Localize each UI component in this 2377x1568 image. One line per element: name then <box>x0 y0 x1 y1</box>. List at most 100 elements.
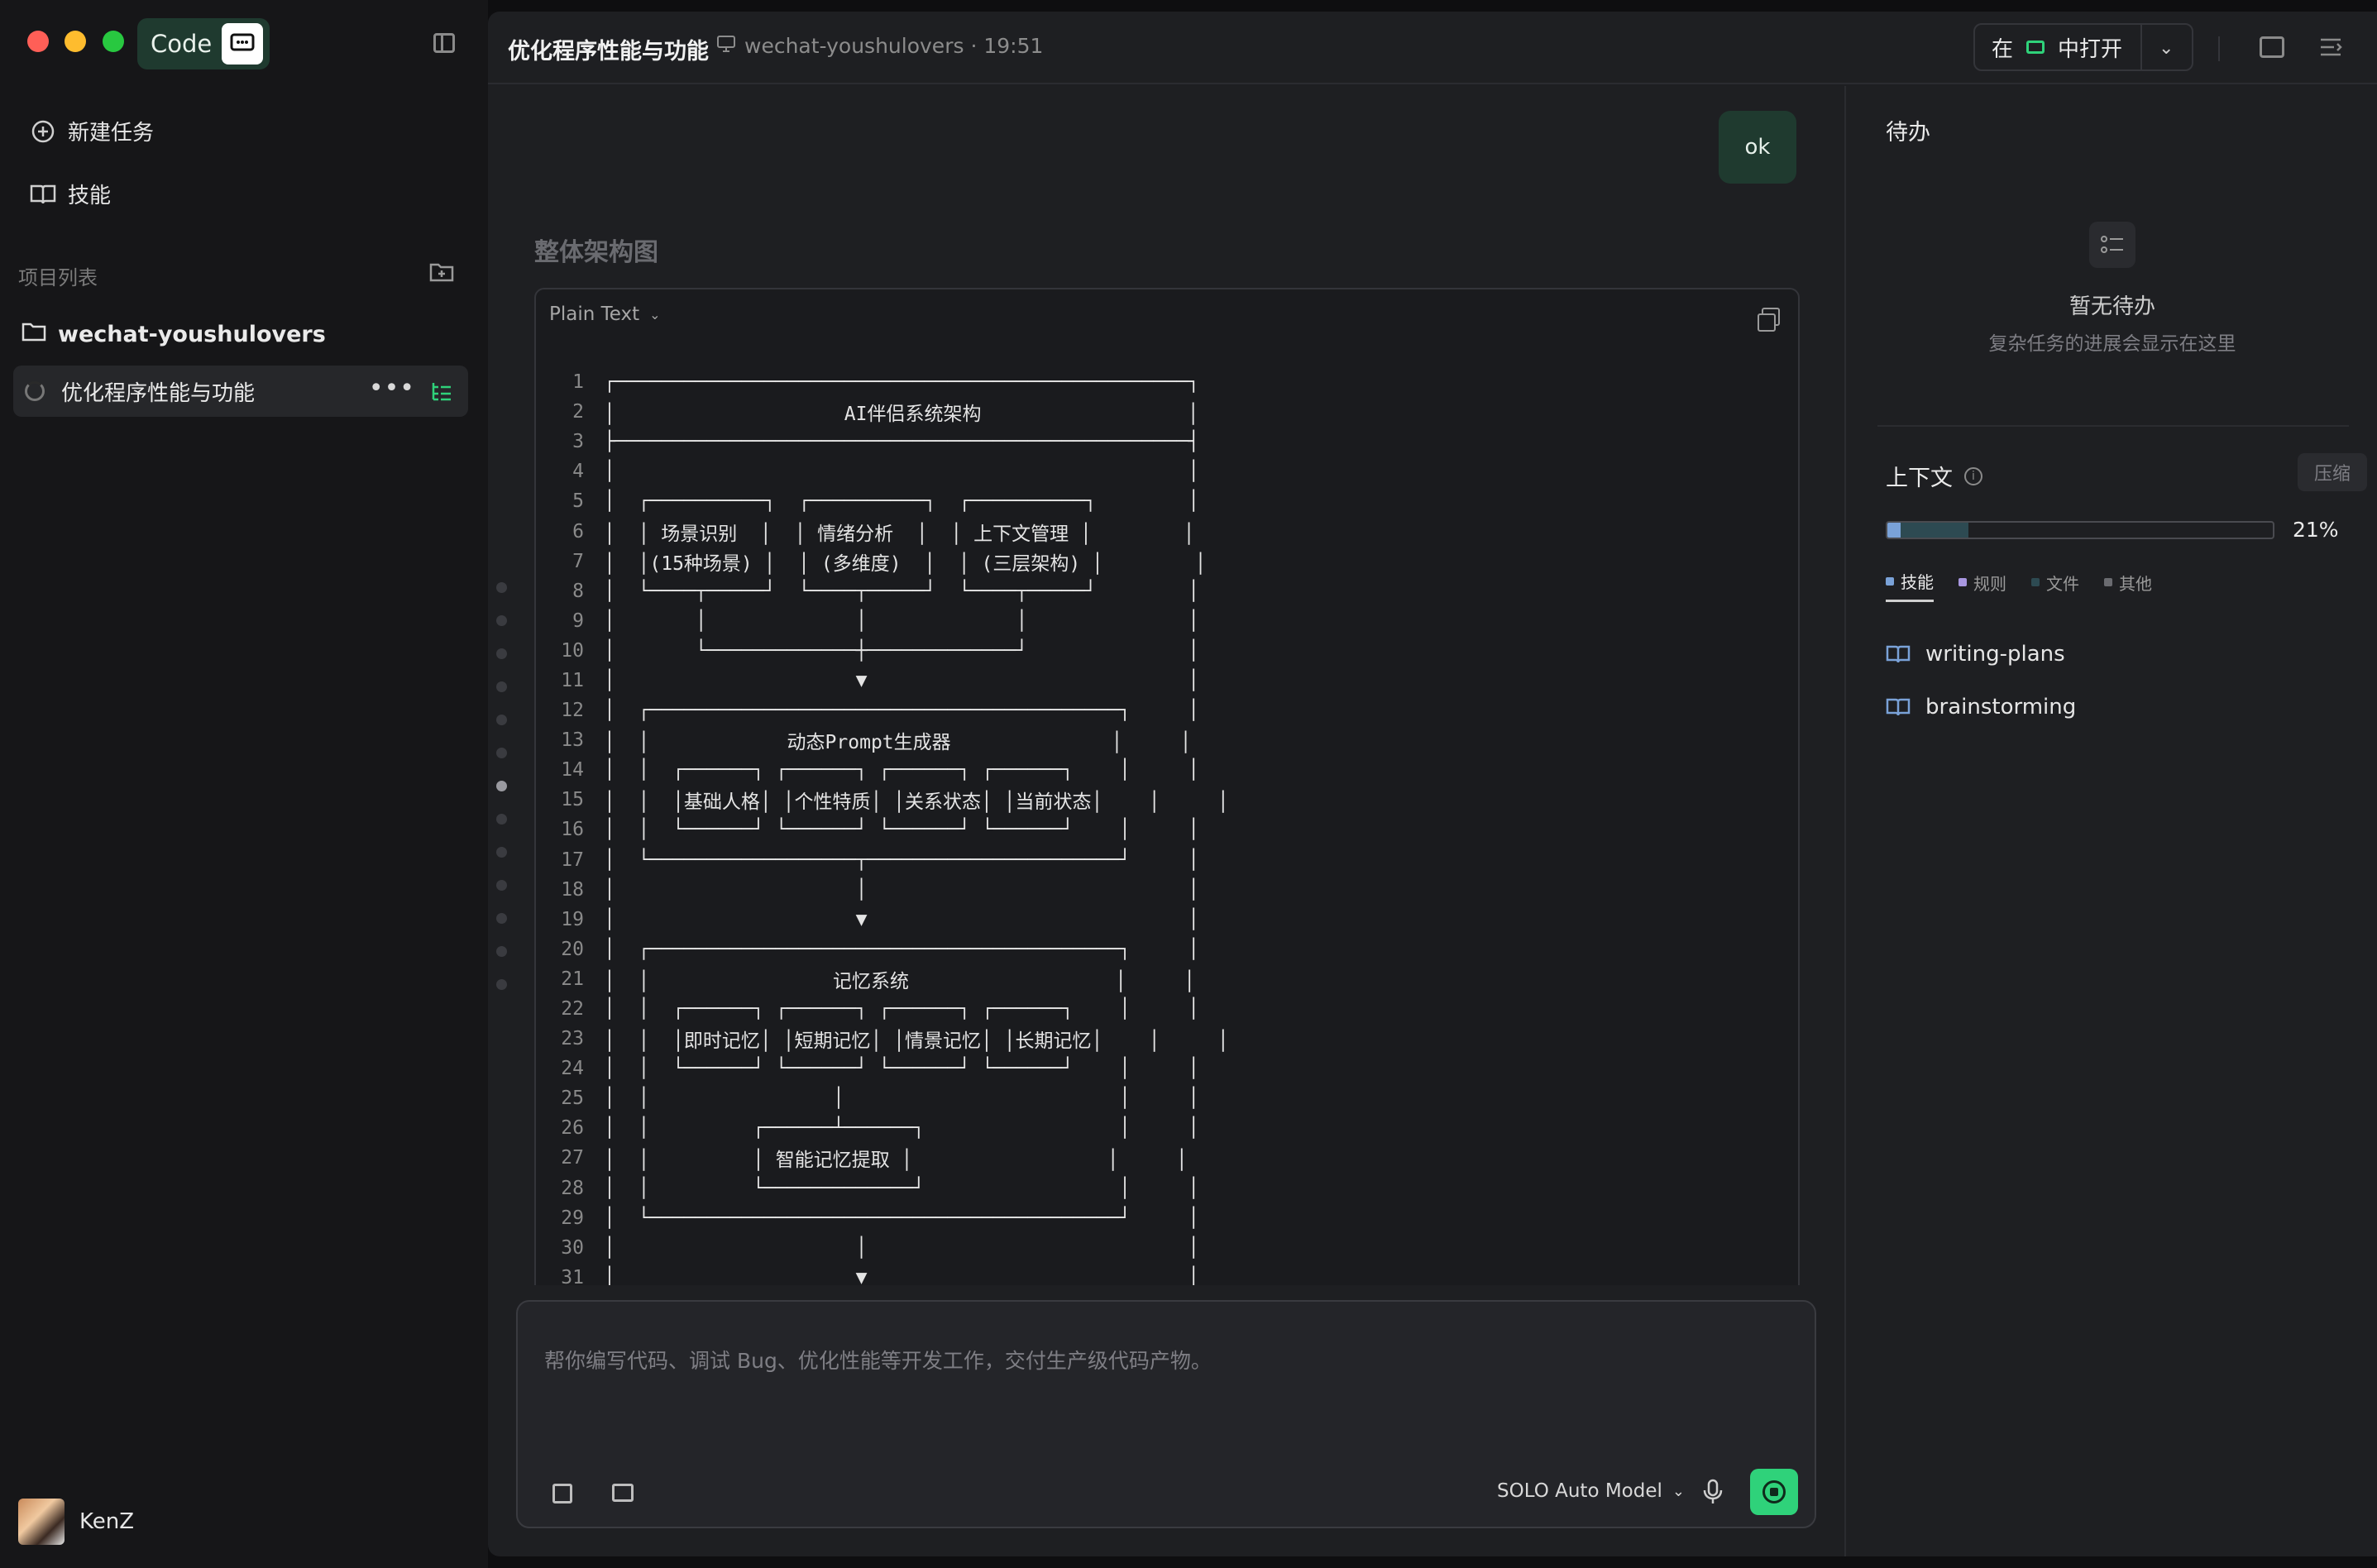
code-line: 25 │ │ │ │ │ <box>536 1083 1798 1113</box>
skill-item[interactable]: brainstorming <box>1886 695 2076 719</box>
right-panel: 待办 暂无待办 复杂任务的进展会显示在这里 上下文 i 压缩 21% 技能 规则 文… <box>1844 86 2377 1556</box>
model-selector[interactable]: SOLO Auto Model ⌄ <box>1497 1480 1685 1502</box>
line-number: 10 <box>561 639 584 662</box>
divider <box>2218 36 2220 61</box>
stop-icon <box>1762 1480 1786 1503</box>
page-title: 优化程序性能与功能 <box>508 39 709 65</box>
task-item[interactable]: 优化程序性能与功能 ••• <box>13 366 468 417</box>
context-tab[interactable]: 规则 <box>1959 569 2006 602</box>
minimize-window-button[interactable] <box>65 31 86 52</box>
nav-dot[interactable] <box>496 847 507 858</box>
code-header: Plain Text ⌄ <box>536 289 1798 339</box>
book-icon <box>1886 643 1911 665</box>
nav-dot[interactable] <box>496 946 507 957</box>
nav-dot[interactable] <box>496 681 507 692</box>
nav-dot[interactable] <box>496 913 507 924</box>
code-line: 11 │ ▼ │ <box>536 666 1798 696</box>
code-line: 15 │ │ │基础人格│ │个性特质│ │关系状态│ │当前状态│ │ │ <box>536 785 1798 815</box>
code-line: 19 │ ▼ │ <box>536 905 1798 935</box>
checklist-icon <box>2089 222 2135 268</box>
new-task-label: 新建任务 <box>68 121 155 146</box>
code-line: 9 │ │ │ │ │ <box>536 606 1798 636</box>
compress-button[interactable]: 压缩 <box>2298 453 2367 491</box>
add-folder-icon[interactable] <box>428 260 455 284</box>
todo-heading: 待办 <box>1886 120 1930 146</box>
project-name: wechat-youshulovers <box>58 322 326 347</box>
image-upload-icon[interactable] <box>612 1484 634 1502</box>
code-line: 4 │ │ <box>536 457 1798 486</box>
code-text: │ AI伴侣系统架构 │ <box>604 404 1199 426</box>
message-navigator[interactable] <box>496 582 513 1012</box>
context-tab[interactable]: 其他 <box>2104 569 2152 602</box>
skill-item[interactable]: writing-plans <box>1886 642 2065 667</box>
chevron-down-icon[interactable]: ⌄ <box>2159 38 2174 59</box>
context-heading: 上下文 i <box>1886 460 1982 492</box>
nav-dot[interactable] <box>496 979 507 990</box>
nav-dot[interactable] <box>496 715 507 725</box>
user-profile[interactable]: KenZ <box>18 1499 134 1545</box>
skills-button[interactable]: 技能 <box>30 179 111 209</box>
todo-empty-description: 复杂任务的进展会显示在这里 <box>1988 333 2236 355</box>
composer-input[interactable]: 帮你编写代码、调试 Bug、优化性能等开发工作，交付生产级代码产物。 <box>544 1345 1212 1374</box>
maximize-window-button[interactable] <box>103 31 124 52</box>
microphone-icon[interactable] <box>1702 1479 1724 1505</box>
code-text: │ ▼ │ <box>604 908 1200 930</box>
line-number: 15 <box>561 789 584 811</box>
nav-dot[interactable] <box>496 880 507 891</box>
todo-empty-title: 暂无待办 <box>2069 294 2155 319</box>
code-text: ┌───────────────────────────────────────… <box>604 371 1200 394</box>
chat-icon <box>222 23 263 65</box>
open-in-ide-button[interactable]: 在 中打开 ⌄ <box>1973 23 2193 71</box>
line-number: 24 <box>561 1058 584 1080</box>
code-text: │ │ │ │ │ <box>604 610 1200 632</box>
line-number: 22 <box>561 998 584 1021</box>
line-number: 3 <box>572 431 584 453</box>
line-number: 30 <box>561 1236 584 1259</box>
code-block: Plain Text ⌄ 1 ┌─────────────────────────… <box>534 288 1800 1285</box>
context-percent: 21% <box>2293 518 2339 542</box>
slash-command-icon[interactable] <box>552 1484 572 1503</box>
code-text: │ ┌─────────────────────────────────────… <box>604 700 1200 722</box>
new-task-button[interactable]: 新建任务 <box>30 116 154 146</box>
terminal-icon[interactable] <box>2260 36 2284 58</box>
project-item[interactable]: wechat-youshulovers <box>22 321 326 348</box>
line-number: 5 <box>572 490 584 513</box>
divider <box>1877 425 2349 427</box>
context-tab[interactable]: 文件 <box>2031 569 2079 602</box>
close-window-button[interactable] <box>27 31 49 52</box>
sidebar-toggle-icon[interactable] <box>433 33 455 53</box>
app-switcher[interactable]: Code <box>137 18 270 69</box>
context-tab[interactable]: 技能 <box>1886 569 1934 602</box>
context-usage-bar <box>1886 521 2274 539</box>
code-line: 23 │ │ │即时记忆│ │短期记忆│ │情景记忆│ │长期记忆│ │ │ <box>536 1024 1798 1054</box>
code-language-select[interactable]: Plain Text <box>549 304 639 325</box>
nav-dot-active[interactable] <box>496 781 507 791</box>
code-line: 6 │ │ 场景识别 │ │ 情绪分析 │ │ 上下文管理 │ │ <box>536 516 1798 546</box>
chevron-down-icon[interactable]: ⌄ <box>649 307 660 323</box>
plus-circle-icon <box>30 118 56 145</box>
more-icon[interactable]: ••• <box>369 374 415 403</box>
code-line: 8 │ └────┬─────┘ └────┬─────┘ └────┬─────… <box>536 576 1798 606</box>
line-number: 16 <box>561 819 584 841</box>
tree-list-icon[interactable] <box>430 380 453 404</box>
nav-dot[interactable] <box>496 748 507 758</box>
task-label: 优化程序性能与功能 <box>61 380 256 406</box>
nav-dot[interactable] <box>496 582 507 593</box>
info-icon[interactable]: i <box>1964 466 1982 485</box>
chat-area[interactable]: ok 整体架构图 Plain Text ⌄ 1 ┌────────────────… <box>488 86 1844 1285</box>
copy-icon[interactable] <box>1758 308 1780 332</box>
code-line: 30 │ │ │ <box>536 1233 1798 1263</box>
nav-dot[interactable] <box>496 648 507 659</box>
code-line: 17 │ └──────────────────┬────────────────… <box>536 845 1798 875</box>
line-number: 7 <box>572 550 584 572</box>
context-usage-fill <box>1887 523 1968 538</box>
code-line: 7 │ │(15种场景) │ │ (多维度) │ │ (三层架构) │ │ <box>536 547 1798 576</box>
nav-dot[interactable] <box>496 615 507 626</box>
book-icon <box>1886 696 1911 718</box>
nav-dot[interactable] <box>496 814 507 825</box>
composer[interactable]: 帮你编写代码、调试 Bug、优化性能等开发工作，交付生产级代码产物。 SOLO … <box>516 1300 1816 1528</box>
code-text: │ └─────────────┼─────────────┘ │ <box>604 639 1200 662</box>
outline-list-icon[interactable] <box>2319 36 2342 58</box>
stop-generation-button[interactable] <box>1750 1469 1798 1515</box>
code-line: 16 │ │ └──────┘ └──────┘ └──────┘ └──────… <box>536 815 1798 844</box>
